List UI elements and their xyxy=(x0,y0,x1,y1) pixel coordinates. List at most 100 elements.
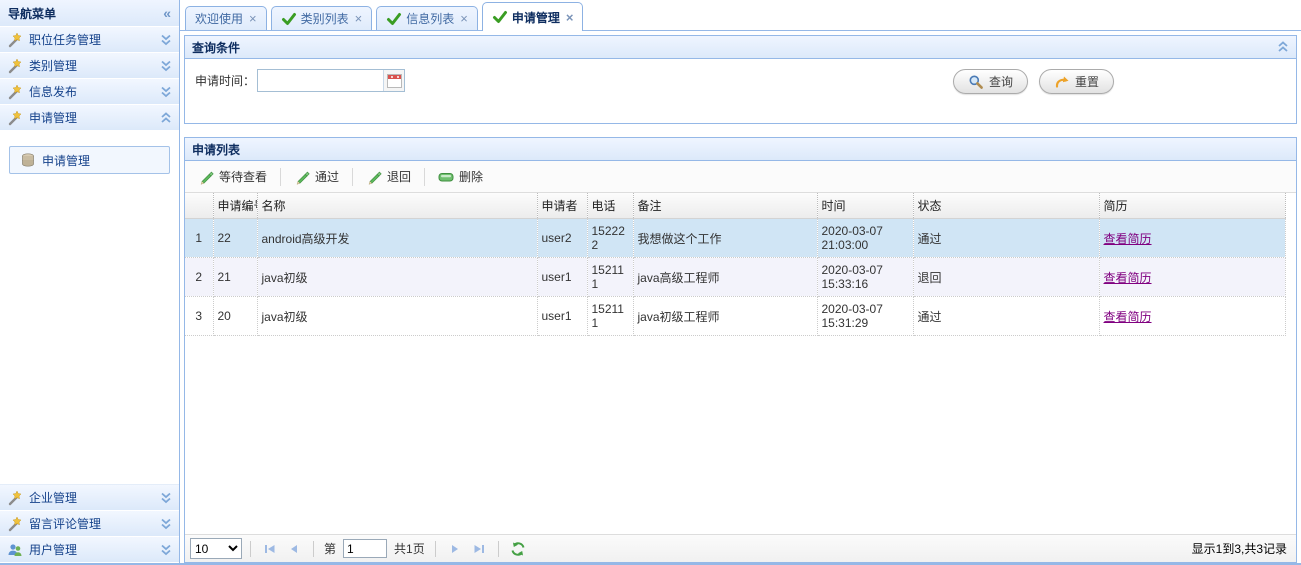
wand-icon xyxy=(7,32,23,48)
column-header-rownum xyxy=(185,193,214,219)
table-row[interactable]: 3 20 java初级 user1 152111 java初级工程师 2020-… xyxy=(185,296,1286,336)
approve-button[interactable]: 通过 xyxy=(286,164,347,189)
cell-id: 20 xyxy=(213,296,258,336)
cell-remark: java高级工程师 xyxy=(633,257,818,297)
panel-collapse-icon[interactable] xyxy=(1277,41,1289,53)
cell-rownum: 1 xyxy=(185,218,214,258)
close-icon[interactable]: × xyxy=(249,12,257,25)
page-number-input[interactable] xyxy=(343,539,388,558)
wait-review-button[interactable]: 等待查看 xyxy=(190,164,275,189)
cell-status: 退回 xyxy=(913,257,1100,297)
next-page-button[interactable] xyxy=(444,538,466,560)
apply-time-label: 申请时间： xyxy=(195,74,256,88)
sidebar-item-category[interactable]: 类别管理 xyxy=(0,53,179,79)
prev-page-button[interactable] xyxy=(283,538,305,560)
sidebar-item-label: 类别管理 xyxy=(29,59,78,73)
column-header-status[interactable]: 状态 xyxy=(913,193,1100,219)
tab-label: 申请管理 xyxy=(511,10,560,25)
view-resume-link[interactable]: 查看简历 xyxy=(1104,310,1152,324)
column-header-remark[interactable]: 备注 xyxy=(633,193,818,219)
cell-time: 2020-03-07 15:33:16 xyxy=(817,257,914,297)
sidebar-item-enterprise[interactable]: 企业管理 xyxy=(0,485,179,511)
pager-separator xyxy=(313,540,314,557)
tool-label: 等待查看 xyxy=(219,170,268,184)
application-window: 导航菜单 « 职位任务管理 类别管理 信息发布 申请管理 申请管理 企业管理 留… xyxy=(0,0,1301,565)
return-button[interactable]: 退回 xyxy=(358,164,419,189)
sidebar-item-label: 用户管理 xyxy=(29,543,78,557)
sidebar-header: 导航菜单 « xyxy=(0,0,179,27)
chevron-double-down-icon xyxy=(160,492,172,504)
sidebar-item-comments[interactable]: 留言评论管理 xyxy=(0,511,179,537)
table-row[interactable]: 2 21 java初级 user1 152111 java高级工程师 2020-… xyxy=(185,257,1286,297)
column-header-time[interactable]: 时间 xyxy=(817,193,914,219)
reset-button[interactable]: 重置 xyxy=(1038,69,1114,94)
sidebar-item-label: 职位任务管理 xyxy=(29,33,102,47)
column-header-resume[interactable]: 简历 xyxy=(1099,193,1286,219)
query-panel: 查询条件 申请时间： 查询 重置 xyxy=(184,35,1297,124)
tool-label: 退回 xyxy=(387,170,412,184)
cell-remark: 我想做这个工作 xyxy=(633,218,818,258)
refresh-button[interactable] xyxy=(507,538,529,560)
close-icon[interactable]: × xyxy=(566,11,574,24)
close-icon[interactable]: × xyxy=(355,12,363,25)
query-panel-body: 申请时间： 查询 重置 xyxy=(185,59,1296,123)
grid-toolbar: 等待查看 通过 退回 删除 xyxy=(185,161,1296,193)
tab-info-list[interactable]: 信息列表 × xyxy=(376,6,478,30)
navigation-sidebar: 导航菜单 « 职位任务管理 类别管理 信息发布 申请管理 申请管理 企业管理 留… xyxy=(0,0,180,563)
sidebar-expanded-panel: 申请管理 xyxy=(0,131,179,485)
sidebar-title: 导航菜单 xyxy=(8,6,57,21)
last-page-button[interactable] xyxy=(468,538,490,560)
sidebar-collapse-icon[interactable]: « xyxy=(163,5,171,21)
cell-time: 2020-03-07 15:31:29 xyxy=(817,296,914,336)
pager-separator xyxy=(250,540,251,557)
column-header-applicant[interactable]: 申请者 xyxy=(537,193,588,219)
chevron-double-down-icon xyxy=(160,86,172,98)
cell-phone: 152111 xyxy=(587,296,634,336)
pager-separator xyxy=(434,540,436,557)
wand-icon xyxy=(7,490,23,506)
check-icon xyxy=(281,11,297,27)
datagrid-header: 申请编号 名称 申请者 电话 备注 时间 状态 简历 xyxy=(185,193,1286,219)
column-header-id[interactable]: 申请编号 xyxy=(213,193,258,219)
sidebar-item-application-mgmt[interactable]: 申请管理 xyxy=(0,105,179,131)
chevron-double-down-icon xyxy=(160,60,172,72)
sidebar-item-users[interactable]: 用户管理 xyxy=(0,537,179,563)
toolbar-separator xyxy=(352,167,354,186)
last-page-icon xyxy=(471,541,487,557)
page-size-select[interactable]: 10 xyxy=(190,538,242,559)
main-region: 欢迎使用 × 类别列表 × 信息列表 × 申请管理 × 查询条件 申请时间： 查… xyxy=(180,0,1301,563)
view-resume-link[interactable]: 查看简历 xyxy=(1104,232,1152,246)
tab-bar: 欢迎使用 × 类别列表 × 信息列表 × 申请管理 × xyxy=(180,0,1301,31)
close-icon[interactable]: × xyxy=(460,12,468,25)
chevron-double-down-icon xyxy=(160,518,172,530)
sidebar-item-position-task[interactable]: 职位任务管理 xyxy=(0,27,179,53)
pager-separator xyxy=(497,540,499,557)
search-icon xyxy=(968,74,984,90)
record-count-status: 显示1到3,共3记录 xyxy=(1191,542,1287,556)
wand-icon xyxy=(7,516,23,532)
apply-time-datebox xyxy=(257,69,406,92)
cell-applicant: user2 xyxy=(537,218,588,258)
sidebar-item-label: 企业管理 xyxy=(29,491,78,505)
delete-button[interactable]: 删除 xyxy=(430,164,491,189)
list-panel-header: 申请列表 xyxy=(185,138,1296,161)
search-button[interactable]: 查询 xyxy=(952,69,1028,94)
tool-label: 删除 xyxy=(459,170,484,184)
apply-time-input[interactable] xyxy=(258,70,384,91)
cell-status: 通过 xyxy=(913,296,1100,336)
tab-welcome[interactable]: 欢迎使用 × xyxy=(185,6,267,30)
first-page-button[interactable] xyxy=(259,538,281,560)
column-header-name[interactable]: 名称 xyxy=(257,193,538,219)
tab-category-list[interactable]: 类别列表 × xyxy=(270,6,373,30)
prev-page-icon xyxy=(286,541,302,557)
toolbar-separator xyxy=(280,167,282,186)
cell-status: 通过 xyxy=(913,218,1100,258)
tab-application-mgmt[interactable]: 申请管理 × xyxy=(481,2,584,31)
sidebar-item-info-publish[interactable]: 信息发布 xyxy=(0,79,179,105)
view-resume-link[interactable]: 查看简历 xyxy=(1104,271,1152,285)
calendar-button[interactable] xyxy=(383,70,405,91)
table-row[interactable]: 1 22 android高级开发 user2 152222 我想做这个工作 20… xyxy=(185,218,1286,258)
sidebar-subitem-application-mgmt[interactable]: 申请管理 xyxy=(9,146,170,174)
column-header-phone[interactable]: 电话 xyxy=(587,193,634,219)
page-prefix-label: 第 xyxy=(324,542,337,556)
